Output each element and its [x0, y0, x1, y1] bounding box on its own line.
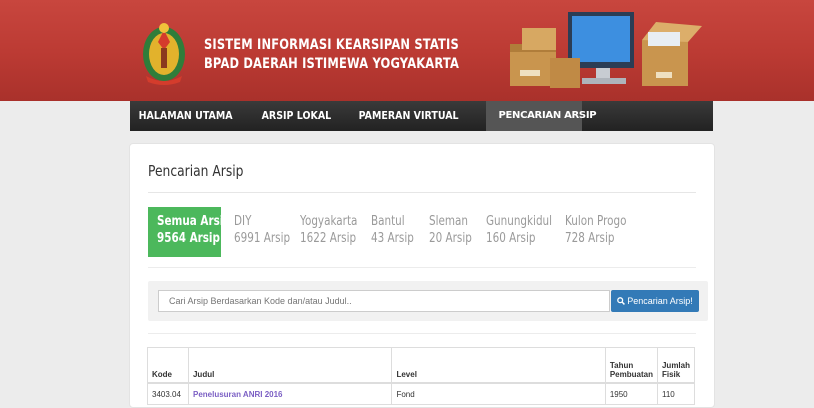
nav-item-pencarian-arsip[interactable]: PENCARIAN ARSIP — [486, 101, 597, 131]
search-button[interactable]: Pencarian Arsip! — [611, 290, 699, 312]
filter-count: 9564 Arsip — [157, 231, 220, 246]
cell-level: Fond — [391, 382, 606, 405]
archive-boxes-computer-illustration — [510, 12, 702, 88]
column-header-kode: Kode — [147, 347, 189, 384]
filter-sleman[interactable]: Sleman 20 Arsip — [429, 207, 483, 257]
filter-count: 6991 Arsip — [234, 231, 291, 246]
filter-name: DIY — [234, 214, 252, 229]
filter-count: 160 Arsip — [486, 231, 536, 246]
search-button-label: Pencarian Arsip! — [627, 296, 693, 306]
search-bar: Pencarian Arsip! — [148, 281, 708, 321]
filter-gunungkidul[interactable]: Gunungkidul 160 Arsip — [486, 207, 569, 257]
archive-results-table: Kode Judul Level Tahun Pembuatan Jumlah … — [147, 347, 696, 405]
filter-name: Sleman — [429, 214, 468, 229]
column-header-jumlah-fisik: Jumlah Fisik — [656, 347, 696, 384]
column-header-level: Level — [391, 347, 606, 384]
province-emblem-logo — [143, 23, 185, 85]
filter-name: Semua Arsip — [157, 214, 231, 229]
cell-kode: 3403.04 — [147, 382, 189, 405]
cell-tahun-pembuatan: 1950 — [604, 382, 658, 405]
divider — [148, 267, 696, 268]
search-icon — [617, 297, 626, 305]
table-row: 3403.04 Penelusuran ANRI 2016 Fond 1950 … — [147, 382, 696, 405]
site-title-line-2: BPAD DAERAH ISTIMEWA YOGYAKARTA — [204, 56, 459, 72]
cell-jumlah-fisik: 110 — [656, 382, 696, 405]
filter-bantul[interactable]: Bantul 43 Arsip — [371, 207, 425, 257]
site-header: SISTEM INFORMASI KEARSIPAN STATIS BPAD D… — [0, 0, 814, 101]
cell-judul: Penelusuran ANRI 2016 — [187, 382, 393, 405]
site-title: SISTEM INFORMASI KEARSIPAN STATIS BPAD D… — [204, 36, 459, 74]
site-title-line-1: SISTEM INFORMASI KEARSIPAN STATIS — [204, 37, 459, 53]
filter-diy[interactable]: DIY 6991 Arsip — [234, 207, 304, 257]
nav-item-pameran-virtual[interactable]: PAMERAN VIRTUAL — [350, 101, 467, 131]
filter-count: 43 Arsip — [371, 231, 414, 246]
column-header-judul: Judul — [187, 347, 393, 384]
table-header-row: Kode Judul Level Tahun Pembuatan Jumlah … — [147, 347, 696, 384]
filter-name: Gunungkidul — [486, 214, 553, 229]
filter-name: Bantul — [371, 214, 405, 229]
filter-kulon-progo[interactable]: Kulon Progo 728 Arsip — [565, 207, 642, 257]
nav-item-halaman-utama[interactable]: HALAMAN UTAMA — [130, 101, 241, 131]
nav-item-arsip-lokal[interactable]: ARSIP LOKAL — [253, 101, 340, 131]
filter-name: Kulon Progo — [565, 214, 627, 229]
filter-yogyakarta[interactable]: Yogyakarta 1622 Arsip — [300, 207, 372, 257]
filter-count: 20 Arsip — [429, 231, 472, 246]
filter-count: 728 Arsip — [565, 231, 615, 246]
divider — [148, 333, 696, 334]
archive-title-link[interactable]: Penelusuran ANRI 2016 — [193, 390, 283, 399]
search-input[interactable] — [158, 290, 610, 312]
search-panel: Pencarian Arsip Semua Arsip 9564 Arsip D… — [129, 143, 715, 408]
divider — [148, 192, 696, 193]
column-header-tahun-pembuatan: Tahun Pembuatan — [604, 347, 658, 384]
main-navbar: HALAMAN UTAMA ARSIP LOKAL PAMERAN VIRTUA… — [130, 101, 713, 131]
page-title: Pencarian Arsip — [148, 162, 244, 180]
filter-semua-arsip[interactable]: Semua Arsip 9564 Arsip — [148, 207, 231, 257]
filter-count: 1622 Arsip — [300, 231, 357, 246]
filter-name: Yogyakarta — [300, 214, 358, 229]
